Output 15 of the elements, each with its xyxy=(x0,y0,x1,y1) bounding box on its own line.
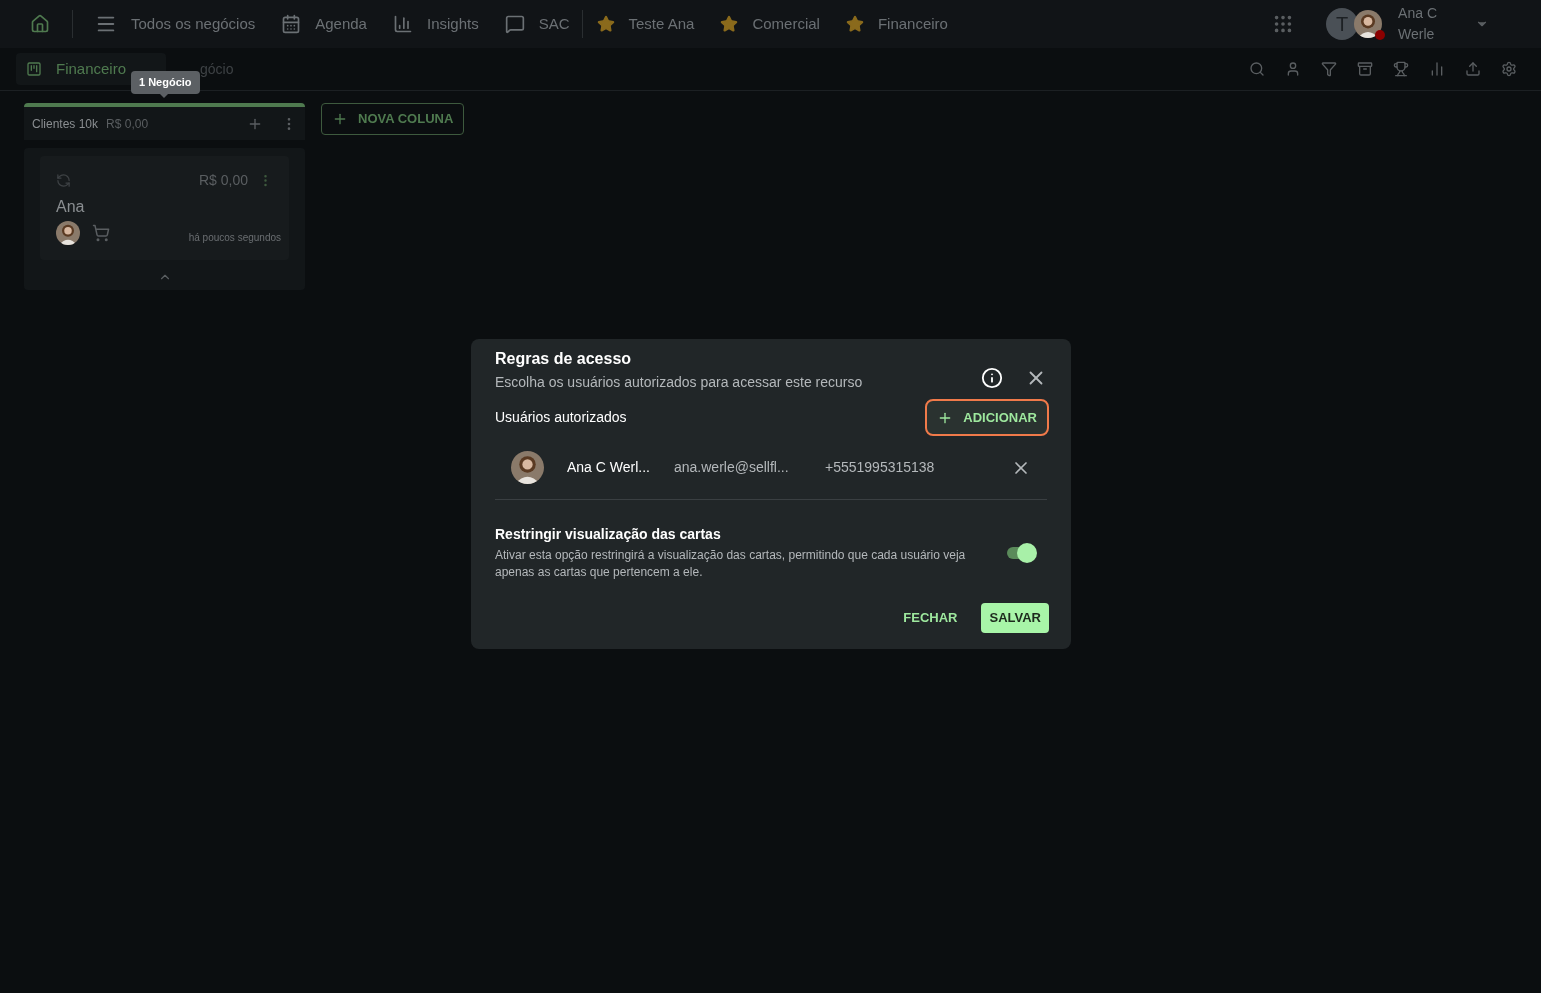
option-title: Restringir visualização das cartas xyxy=(495,525,722,544)
column-title: Clientes 10k xyxy=(32,115,99,133)
user-name: Ana C xyxy=(1398,4,1437,23)
card-title: Ana xyxy=(56,197,86,217)
dialog-title: Regras de acesso xyxy=(495,349,633,369)
user-phone: +5551995315138 xyxy=(825,458,935,477)
card-value: R$ 0,00 xyxy=(198,171,248,190)
user-name: Werle xyxy=(1398,25,1436,44)
section-label: Usuários autorizados xyxy=(495,408,627,427)
card-time: há poucos segundos xyxy=(188,230,281,245)
user-email: ana.werle@sellfl... xyxy=(674,458,790,477)
user-name: Ana C Werl... xyxy=(567,458,651,477)
dialog-subtitle: Escolha os usuários autorizados para acessar este recurso xyxy=(495,373,863,392)
option-description: Ativar esta opção restringirá a visualização das cartas, permitindo que cada usuário veja apenas as cartas que pertencem a ele. xyxy=(495,547,967,581)
column-total: R$ 0,00 xyxy=(106,115,149,133)
